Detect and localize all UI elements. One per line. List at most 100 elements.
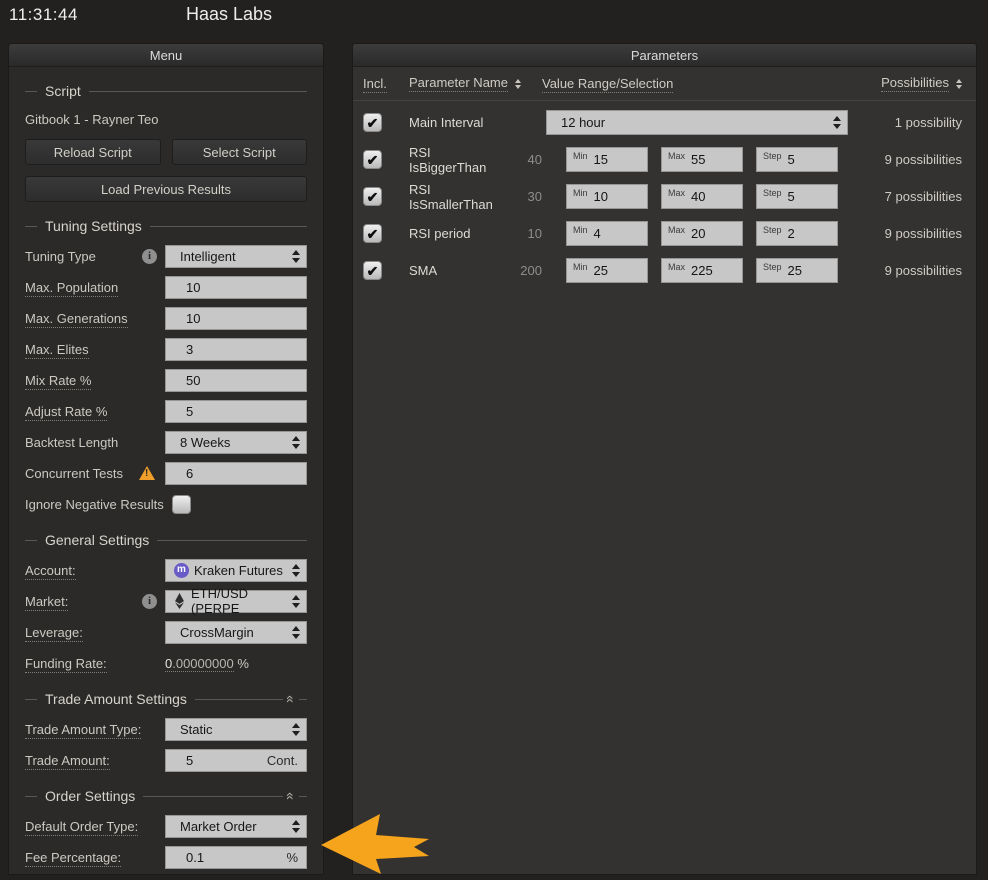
include-checkbox[interactable]: ✔ [363,187,382,206]
field-label: Backtest Length [25,435,165,450]
load-previous-results-button[interactable]: Load Previous Results [25,176,307,202]
input-value: 5 [186,404,193,419]
account-select[interactable]: m Kraken Futures [165,559,307,582]
selected-value: ETH/USD (PERPE [191,586,286,616]
divider [150,226,307,227]
funding-rate-value: 0.00000000 % [165,656,307,671]
divider [25,226,37,227]
column-possibilities[interactable]: Possibilities [806,75,966,92]
fee-percentage-input[interactable]: 0.1 % [165,846,307,869]
spinner-icon[interactable] [286,723,300,736]
reload-script-button[interactable]: Reload Script [25,139,161,165]
spinner-icon[interactable] [827,116,841,129]
min-input[interactable]: Min10 [566,184,648,209]
script-name: Gitbook 1 - Rayner Teo [25,112,307,127]
leverage-select[interactable]: CrossMargin [165,621,307,644]
field-funding-rate: Funding Rate: 0.00000000 % [25,651,307,675]
input-value: 0.1 [186,850,204,865]
table-row: ✔ RSI period 10 Min4 Max20 Step2 9 possi… [353,215,976,252]
default-order-type-select[interactable]: Market Order [165,815,307,838]
spinner-icon[interactable] [286,820,300,833]
spinner-icon[interactable] [286,250,300,263]
section-tuning-settings: Tuning Settings [25,218,307,234]
checkmark-icon: ✔ [367,116,379,130]
collapse-icon[interactable]: « [286,695,296,703]
step-input[interactable]: Step5 [756,184,838,209]
field-label: Concurrent Tests [25,466,133,481]
parameters-panel: Parameters Incl. Parameter Name Value Ra… [352,43,977,875]
field-backtest-length: Backtest Length 8 Weeks [25,430,307,454]
field-ignore-negative-results: Ignore Negative Results [25,492,307,516]
tuning-type-select[interactable]: Intelligent [165,245,307,268]
spinner-icon[interactable] [286,436,300,449]
field-label: Trade Amount: [25,753,165,768]
table-row: ✔ RSI IsSmallerThan 30 Min10 Max40 Step5… [353,178,976,215]
field-fee-percentage: Fee Percentage: 0.1 % [25,845,307,869]
possibilities-value: 9 possibilities [851,226,966,241]
field-default-order-type: Default Order Type: Market Order [25,814,307,838]
main-interval-select[interactable]: 12 hour [546,110,848,135]
min-input[interactable]: Min25 [566,258,648,283]
info-icon[interactable]: i [142,594,157,609]
collapse-icon[interactable]: « [286,792,296,800]
divider [299,796,307,797]
field-label: Market: [25,594,136,609]
trade-amount-input[interactable]: 5 Cont. [165,749,307,772]
table-row: ✔ Main Interval 12 hour 1 possibility [353,104,976,141]
divider [195,699,283,700]
divider [25,699,37,700]
include-checkbox[interactable]: ✔ [363,261,382,280]
divider [157,540,307,541]
max-input[interactable]: Max20 [661,221,743,246]
sort-icon[interactable] [515,79,521,89]
input-value: 5 [186,753,193,768]
max-generations-input[interactable]: 10 [165,307,307,330]
section-title: Script [45,83,81,99]
section-title: Tuning Settings [45,218,142,234]
max-input[interactable]: Max55 [661,147,743,172]
field-tuning-type: Tuning Type i Intelligent [25,244,307,268]
checkmark-icon: ✔ [367,153,379,167]
max-population-input[interactable]: 10 [165,276,307,299]
max-elites-input[interactable]: 3 [165,338,307,361]
select-script-button[interactable]: Select Script [172,139,308,165]
spinner-icon[interactable] [286,564,300,577]
column-parameter-name[interactable]: Parameter Name [409,75,542,92]
step-input[interactable]: Step2 [756,221,838,246]
step-input[interactable]: Step5 [756,147,838,172]
include-checkbox[interactable]: ✔ [363,224,382,243]
min-input[interactable]: Min4 [566,221,648,246]
field-trade-amount-type: Trade Amount Type: Static [25,717,307,741]
possibilities-value: 7 possibilities [851,189,966,204]
adjust-rate-input[interactable]: 5 [165,400,307,423]
possibilities-value: 1 possibility [848,115,966,130]
section-trade-amount-settings: Trade Amount Settings « [25,691,307,707]
divider [25,91,37,92]
backtest-length-select[interactable]: 8 Weeks [165,431,307,454]
info-icon[interactable]: i [142,249,157,264]
concurrent-tests-input[interactable]: 6 [165,462,307,485]
section-title: General Settings [45,532,149,548]
include-checkbox[interactable]: ✔ [363,150,382,169]
current-value: 40 [511,152,542,167]
field-label: Leverage: [25,625,165,640]
sort-icon[interactable] [956,79,962,89]
field-max-elites: Max. Elites 3 [25,337,307,361]
annotation-arrow-icon [318,804,432,880]
spinner-icon[interactable] [286,595,300,608]
trade-amount-type-select[interactable]: Static [165,718,307,741]
table-row: ✔ RSI IsBiggerThan 40 Min15 Max55 Step5 … [353,141,976,178]
spinner-icon[interactable] [286,626,300,639]
ignore-negative-results-checkbox[interactable] [172,495,191,514]
market-select[interactable]: ETH/USD (PERPE [165,590,307,613]
step-input[interactable]: Step25 [756,258,838,283]
field-label: Funding Rate: [25,656,165,671]
min-input[interactable]: Min15 [566,147,648,172]
current-value: 30 [511,189,542,204]
mix-rate-input[interactable]: 50 [165,369,307,392]
max-input[interactable]: Max40 [661,184,743,209]
checkmark-icon: ✔ [367,264,379,278]
section-order-settings: Order Settings « [25,788,307,804]
include-checkbox[interactable]: ✔ [363,113,382,132]
max-input[interactable]: Max225 [661,258,743,283]
